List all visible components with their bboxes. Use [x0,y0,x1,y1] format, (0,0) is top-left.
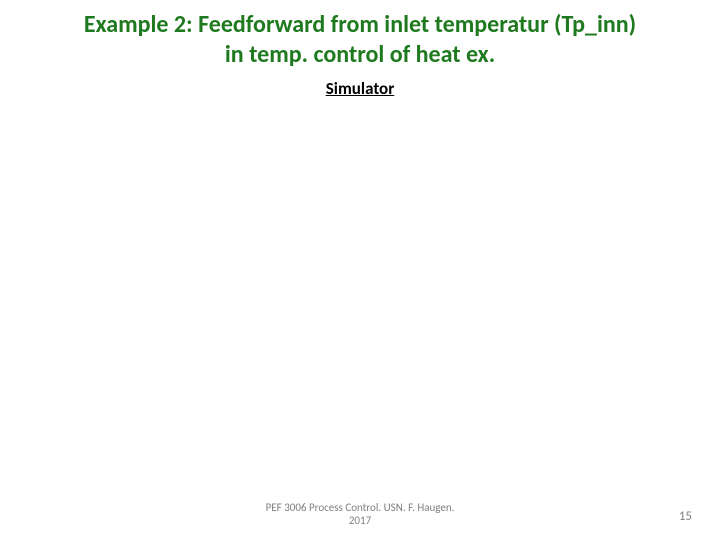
footer: PEF 3006 Process Control. USN. F. Haugen… [0,501,720,529]
slide-title: Example 2: Feedforward from inlet temper… [0,0,720,70]
title-line-2: in temp. control of heat ex. [225,40,495,69]
title-line-1: Example 2: Feedforward from inlet temper… [84,10,636,39]
footer-line-1: PEF 3006 Process Control. USN. F. Haugen… [266,501,455,514]
footer-text: PEF 3006 Process Control. USN. F. Haugen… [220,501,500,529]
simulator-link[interactable]: Simulator [326,78,394,99]
simulator-link-container: Simulator [0,78,720,99]
footer-line-2: 2017 [349,514,371,527]
page-number: 15 [679,509,692,524]
